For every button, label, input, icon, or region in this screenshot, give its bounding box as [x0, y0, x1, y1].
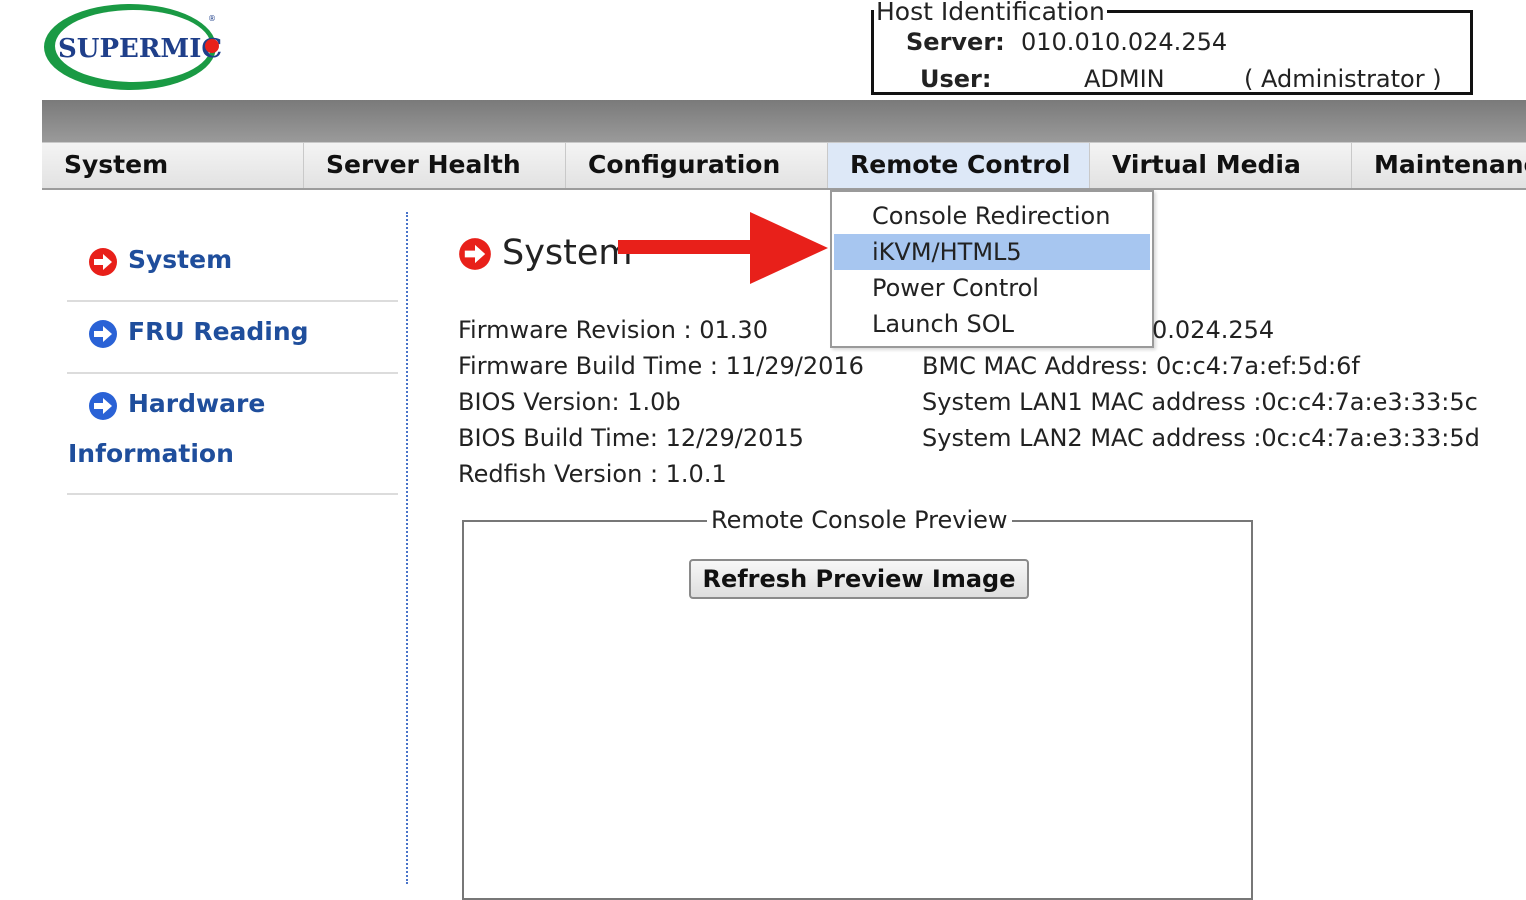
sidebar-item-fru-reading[interactable]: FRU Reading [128, 317, 309, 346]
sidebar-separator-line [406, 212, 408, 884]
remote-control-dropdown: Console Redirection iKVM/HTML5 Power Con… [830, 190, 1154, 348]
dropdown-power-control[interactable]: Power Control [834, 270, 1150, 306]
bios-build-time: BIOS Build Time: 12/29/2015 [458, 424, 804, 452]
menu-configuration[interactable]: Configuration [566, 143, 828, 188]
user-label: User: [920, 65, 992, 93]
bios-version: BIOS Version: 1.0b [458, 388, 681, 416]
red-arrow-annotation-icon [618, 212, 828, 284]
dropdown-ikvm-html5[interactable]: iKVM/HTML5 [834, 234, 1150, 270]
lan1-mac-address: System LAN1 MAC address :0c:c4:7a:e3:33:… [922, 388, 1478, 416]
svg-text:SUPERMICR: SUPERMICR [58, 34, 222, 64]
arrow-right-circle-blue-icon [89, 320, 117, 348]
arrow-right-circle-blue-icon [89, 392, 117, 420]
sidebar-divider [67, 300, 398, 302]
redfish-version: Redfish Version : 1.0.1 [458, 460, 727, 488]
main-menu-bar: System Server Health Configuration Remot… [42, 142, 1526, 190]
remote-console-preview-panel: Remote Console Preview Refresh Preview I… [462, 506, 1253, 900]
menu-remote-control[interactable]: Remote Control [828, 143, 1090, 188]
menu-server-health[interactable]: Server Health [304, 143, 566, 188]
remote-console-preview-legend: Remote Console Preview [707, 506, 1012, 534]
user-role: ( Administrator ) [1244, 65, 1442, 93]
server-address: 010.010.024.254 [1021, 28, 1228, 56]
sidebar-divider [67, 493, 398, 495]
refresh-preview-image-button[interactable]: Refresh Preview Image [689, 559, 1029, 599]
arrow-right-circle-red-icon [89, 248, 117, 276]
dropdown-console-redirection[interactable]: Console Redirection [834, 198, 1150, 234]
header-bar [42, 100, 1526, 142]
user-name: ADMIN [1084, 65, 1165, 93]
bmc-mac-address: BMC MAC Address: 0c:c4:7a:ef:5d:6f [922, 352, 1360, 380]
bmc-ip-address: 0.024.254 [1152, 316, 1275, 344]
arrow-right-circle-red-icon [459, 238, 491, 270]
sidebar-item-system[interactable]: System [128, 245, 232, 274]
sidebar-item-hardware-information[interactable]: Information [68, 439, 234, 468]
host-identification-legend: Host Identification [874, 0, 1107, 26]
svg-text:®: ® [208, 14, 216, 23]
supermicro-logo: SUPERMICR ® [44, 4, 222, 90]
sidebar-divider [67, 372, 398, 374]
menu-system[interactable]: System [42, 143, 304, 188]
firmware-revision: Firmware Revision : 01.30 [458, 316, 768, 344]
firmware-build-time: Firmware Build Time : 11/29/2016 [458, 352, 864, 380]
dropdown-launch-sol[interactable]: Launch SOL [834, 306, 1150, 342]
server-label: Server: [906, 28, 1005, 56]
sidebar-item-hardware[interactable]: Hardware [128, 389, 265, 418]
menu-maintenance[interactable]: Maintenance [1352, 143, 1526, 188]
host-identification-panel: Host Identification Server: 010.010.024.… [871, 0, 1473, 95]
lan2-mac-address: System LAN2 MAC address :0c:c4:7a:e3:33:… [922, 424, 1480, 452]
menu-virtual-media[interactable]: Virtual Media [1090, 143, 1352, 188]
page-title: System [502, 233, 633, 273]
